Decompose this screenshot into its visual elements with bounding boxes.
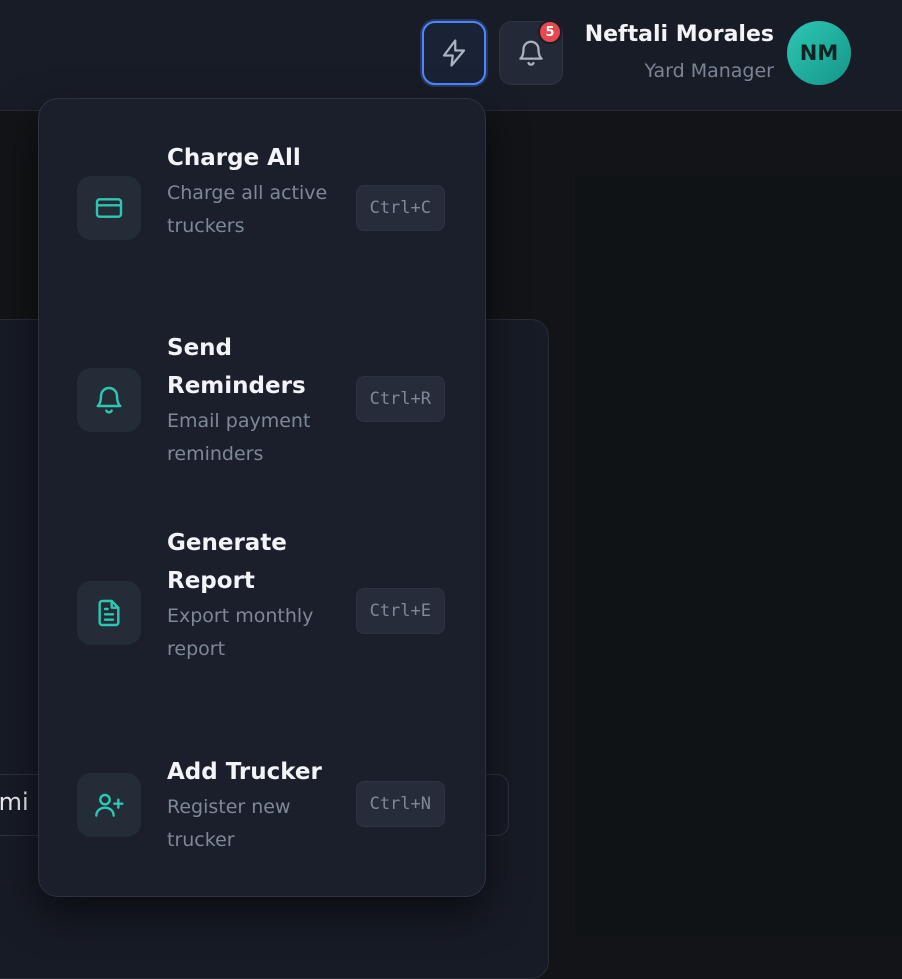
background-input-text: lmi	[0, 788, 29, 816]
menu-item-title: Charge All	[167, 145, 301, 171]
shortcut-hint: Ctrl+C	[355, 185, 445, 231]
shortcut-hint: Ctrl+R	[355, 376, 445, 422]
menu-item-title: Add Trucker	[167, 759, 322, 785]
user-role: Yard Manager	[644, 60, 775, 82]
notifications-button[interactable]: 5	[499, 20, 563, 85]
notification-badge: 5	[538, 20, 562, 44]
user-plus-icon	[77, 773, 141, 837]
menu-item-send-reminders[interactable]: Send Reminders Email payment reminders C…	[39, 289, 485, 484]
avatar[interactable]: NM	[787, 21, 851, 85]
menu-item-generate-report[interactable]: Generate Report Export monthly report Ct…	[39, 484, 485, 729]
user-name: Neftali Morales	[584, 22, 774, 47]
menu-item-title: Send Reminders	[167, 335, 306, 399]
background-panel	[575, 175, 902, 935]
menu-item-description: Register new trucker	[167, 796, 291, 851]
lightning-icon	[442, 39, 466, 67]
bell-icon	[519, 40, 543, 66]
menu-item-charge-all[interactable]: Charge All Charge all active truckers Ct…	[39, 99, 485, 289]
menu-item-description: Charge all active truckers	[167, 182, 328, 237]
menu-item-add-trucker[interactable]: Add Trucker Register new trucker Ctrl+N	[39, 729, 485, 898]
file-text-icon	[77, 581, 141, 645]
menu-item-description: Export monthly report	[167, 605, 314, 660]
menu-item-description: Email payment reminders	[167, 410, 311, 465]
menu-item-title: Generate Report	[167, 530, 287, 594]
quick-actions-menu: Charge All Charge all active truckers Ct…	[38, 98, 486, 897]
quick-actions-button[interactable]	[422, 21, 486, 85]
credit-card-icon	[77, 176, 141, 240]
shortcut-hint: Ctrl+N	[355, 781, 445, 827]
bell-icon	[77, 368, 141, 432]
shortcut-hint: Ctrl+E	[355, 588, 445, 634]
